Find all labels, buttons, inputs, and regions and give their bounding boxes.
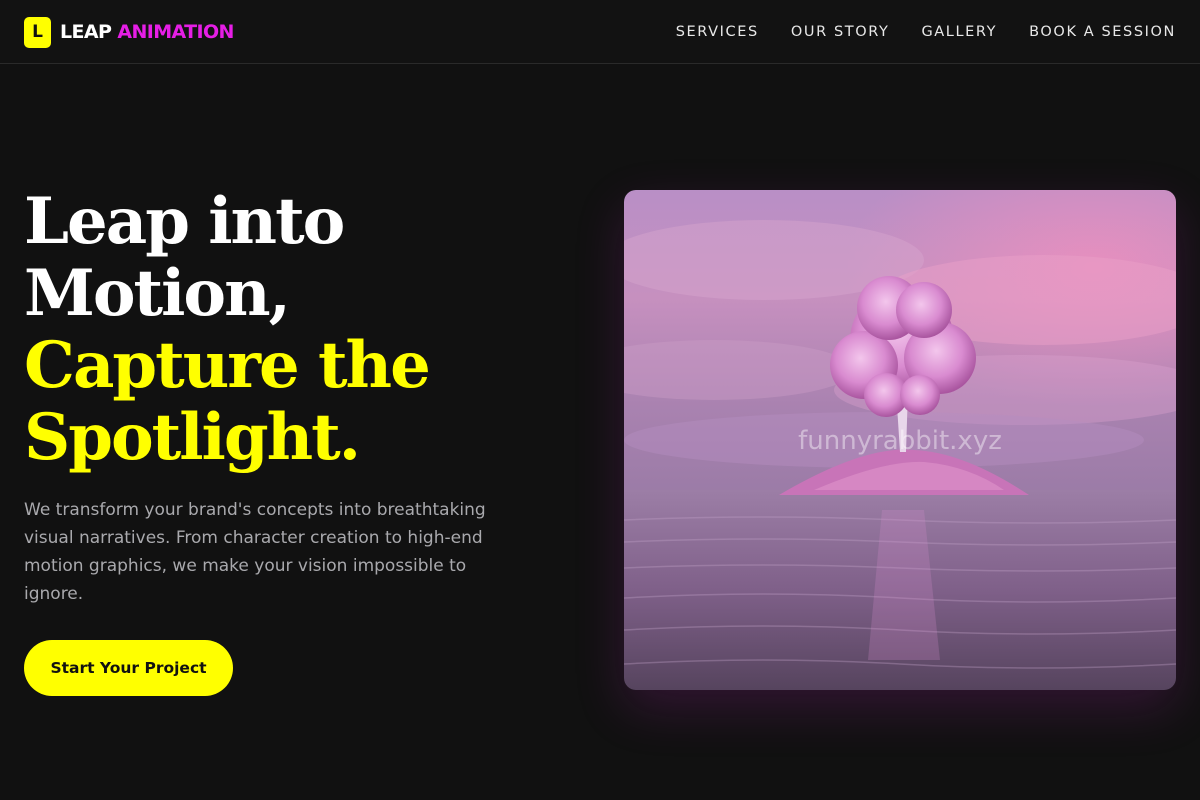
brand-logo[interactable]: L LEAP ANIMATION [24,16,234,48]
headline-line-3: Capture the [24,328,431,403]
headline-line-4: Spotlight. [24,400,361,475]
start-project-button[interactable]: Start Your Project [24,640,233,696]
nav-link-our-story[interactable]: OUR STORY [791,24,890,40]
nav-link-gallery[interactable]: GALLERY [921,24,997,40]
image-watermark: funnyrabbit.xyz [798,426,1002,456]
hero-headline: Leap into Motion, Capture the Spotlight. [24,186,584,474]
headline-line-2: Motion, [24,256,291,331]
brand-name-part1: LEAP [60,21,112,43]
logo-mark-icon: L [24,16,51,48]
headline-line-1: Leap into [24,184,345,259]
brand-name-part2: ANIMATION [117,21,234,43]
brand-name: LEAP ANIMATION [60,21,234,43]
hero-image: funnyrabbit.xyz [624,190,1176,690]
main-nav: SERVICES OUR STORY GALLERY BOOK A SESSIO… [676,0,1176,64]
nav-link-services[interactable]: SERVICES [676,24,759,40]
top-navigation-bar: L LEAP ANIMATION SERVICES OUR STORY GALL… [0,0,1200,64]
hero-description: We transform your brand's concepts into … [24,500,486,604]
nav-link-book-a-session[interactable]: BOOK A SESSION [1029,24,1176,40]
